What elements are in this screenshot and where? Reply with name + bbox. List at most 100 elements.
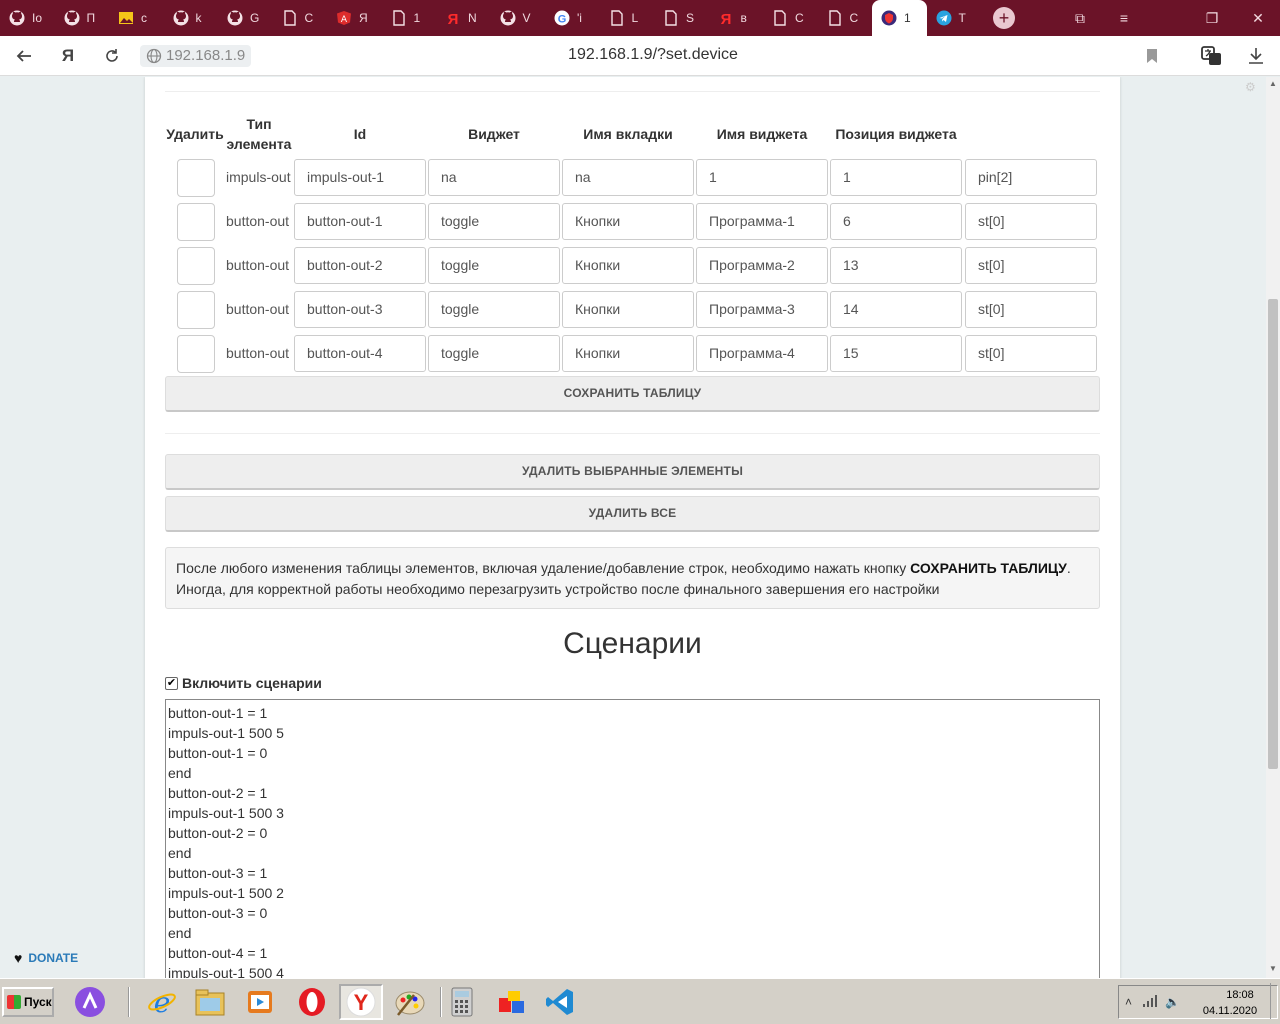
id-field[interactable]: button-out-4 bbox=[294, 335, 426, 372]
delete-all-button[interactable]: Удалить все bbox=[165, 496, 1100, 532]
menu-icon[interactable]: ≡ bbox=[1102, 0, 1146, 36]
browser-tab[interactable]: Яв bbox=[709, 0, 764, 36]
colorful-app-icon[interactable] bbox=[490, 984, 534, 1020]
id-field[interactable]: impuls-out-1 bbox=[294, 159, 426, 196]
pin-field[interactable]: st[0] bbox=[965, 335, 1097, 372]
row-select-checkbox[interactable] bbox=[177, 247, 215, 285]
scrollbar-thumb[interactable] bbox=[1268, 299, 1278, 769]
scroll-up-icon[interactable]: ▲ bbox=[1266, 77, 1280, 91]
start-button[interactable]: Пуск bbox=[2, 987, 54, 1017]
show-desktop-button[interactable] bbox=[1270, 983, 1278, 1019]
widget-name-field[interactable]: Программа-4 bbox=[696, 335, 828, 372]
tab-name-field[interactable]: Кнопки bbox=[562, 203, 694, 240]
browser-tab[interactable]: G 'i bbox=[545, 0, 600, 36]
widget-position-field[interactable]: 13 bbox=[830, 247, 962, 284]
pin-field[interactable]: st[0] bbox=[965, 291, 1097, 328]
browser-tab[interactable]: Io bbox=[0, 0, 55, 36]
translate-icon[interactable] bbox=[1200, 44, 1224, 68]
browser-tab[interactable]: ЯN bbox=[436, 0, 491, 36]
donate-label: DONATE bbox=[28, 951, 79, 965]
row-select-checkbox[interactable] bbox=[177, 335, 215, 373]
browser-tab[interactable]: L bbox=[600, 0, 655, 36]
scenario-line: button-out-1 = 0 bbox=[168, 745, 268, 761]
page-scrollbar[interactable]: ▲ ▼ bbox=[1266, 77, 1280, 978]
close-window-icon[interactable]: ✕ bbox=[1236, 0, 1280, 36]
delete-selected-button[interactable]: Удалить выбранные элементы bbox=[165, 454, 1100, 490]
tray-expand-icon[interactable]: ˄ bbox=[1125, 995, 1132, 1009]
paint-icon[interactable] bbox=[388, 984, 432, 1020]
media-player-icon[interactable] bbox=[238, 984, 282, 1020]
svg-text:G: G bbox=[558, 14, 567, 26]
internet-explorer-icon[interactable]: e bbox=[140, 984, 184, 1020]
widget-field[interactable]: toggle bbox=[428, 247, 560, 284]
widget-position-field[interactable]: 6 bbox=[830, 203, 962, 240]
calculator-icon[interactable] bbox=[440, 984, 484, 1020]
donate-link[interactable]: ♥ DONATE bbox=[14, 950, 78, 966]
id-field[interactable]: button-out-2 bbox=[294, 247, 426, 284]
tab-name-field[interactable]: Кнопки bbox=[562, 291, 694, 328]
widget-field[interactable]: toggle bbox=[428, 203, 560, 240]
row-select-checkbox[interactable] bbox=[177, 203, 215, 241]
scenarios-textarea[interactable]: button-out-1 = 1 impuls-out-1 500 5 button… bbox=[165, 699, 1100, 978]
browser-tab[interactable]: 1 bbox=[382, 0, 437, 36]
tab-name-field[interactable]: Кнопки bbox=[562, 335, 694, 372]
browser-tab[interactable]: C bbox=[763, 0, 818, 36]
tab-name-field[interactable]: na bbox=[562, 159, 694, 196]
browser-tab[interactable]: T bbox=[927, 0, 982, 36]
file-explorer-icon[interactable] bbox=[188, 984, 232, 1020]
widget-name-field[interactable]: Программа-3 bbox=[696, 291, 828, 328]
restore-window-icon[interactable]: ❐ bbox=[1190, 0, 1234, 36]
browser-tab[interactable]: k bbox=[164, 0, 219, 36]
yandex-browser-icon[interactable]: Y bbox=[339, 984, 383, 1020]
pin-field[interactable]: pin[2] bbox=[965, 159, 1097, 196]
save-table-button[interactable]: Сохранить таблицу bbox=[165, 376, 1100, 412]
widget-position-field[interactable]: 1 bbox=[830, 159, 962, 196]
browser-tab[interactable]: 1 bbox=[872, 0, 927, 36]
bookmark-icon[interactable] bbox=[1140, 44, 1164, 68]
browser-tab[interactable]: c bbox=[109, 0, 164, 36]
widget-name-field[interactable]: 1 bbox=[696, 159, 828, 196]
scenario-line: end bbox=[168, 765, 192, 781]
browser-tab[interactable]: AЯ bbox=[327, 0, 382, 36]
volume-icon[interactable]: 🔈 bbox=[1165, 995, 1180, 1009]
browser-tab[interactable]: C bbox=[818, 0, 873, 36]
clock-date[interactable]: 04.11.2020 bbox=[1195, 1005, 1265, 1017]
taskbar: Пуск e Y ˄ 🔈 18:08 04.11.2020 bbox=[0, 978, 1280, 1024]
clock-time[interactable]: 18:08 bbox=[1215, 989, 1265, 1001]
gear-icon[interactable]: ⚙ bbox=[1245, 80, 1256, 94]
widget-name-field[interactable]: Программа-2 bbox=[696, 247, 828, 284]
browser-tab[interactable]: C bbox=[273, 0, 328, 36]
tab-manager-icon[interactable]: ⧉ bbox=[1058, 0, 1102, 36]
new-tab-icon[interactable]: + bbox=[993, 7, 1015, 29]
address-url[interactable]: 192.168.1.9/?set.device bbox=[0, 46, 1280, 64]
tab-name-field[interactable]: Кнопки bbox=[562, 247, 694, 284]
scroll-down-icon[interactable]: ▼ bbox=[1266, 962, 1280, 976]
download-icon[interactable] bbox=[1244, 44, 1268, 68]
widget-field[interactable]: na bbox=[428, 159, 560, 196]
vscode-icon[interactable] bbox=[538, 984, 582, 1020]
widget-position-field[interactable]: 15 bbox=[830, 335, 962, 372]
network-icon[interactable] bbox=[1143, 995, 1159, 1010]
browser-tab-label: c bbox=[141, 11, 147, 25]
browser-tab[interactable]: П bbox=[55, 0, 110, 36]
widget-name-field[interactable]: Программа-1 bbox=[696, 203, 828, 240]
id-field[interactable]: button-out-1 bbox=[294, 203, 426, 240]
row-select-checkbox[interactable] bbox=[177, 159, 215, 197]
widget-field[interactable]: toggle bbox=[428, 291, 560, 328]
browser-tab-label: 'i bbox=[577, 11, 582, 25]
alice-icon[interactable] bbox=[68, 984, 112, 1020]
enable-scenarios-checkbox[interactable]: ✔ bbox=[165, 676, 178, 690]
browser-tab[interactable]: G bbox=[218, 0, 273, 36]
browser-tab[interactable]: V bbox=[491, 0, 546, 36]
id-field[interactable]: button-out-3 bbox=[294, 291, 426, 328]
pin-field[interactable]: st[0] bbox=[965, 247, 1097, 284]
widget-position-field[interactable]: 14 bbox=[830, 291, 962, 328]
github-icon bbox=[172, 9, 190, 27]
enable-scenarios[interactable]: ✔ Включить сценарии bbox=[165, 675, 322, 691]
pin-field[interactable]: st[0] bbox=[965, 203, 1097, 240]
row-select-checkbox[interactable] bbox=[177, 291, 215, 329]
widget-field[interactable]: toggle bbox=[428, 335, 560, 372]
browser-tab[interactable]: S bbox=[654, 0, 709, 36]
opera-icon[interactable] bbox=[290, 984, 334, 1020]
divider bbox=[165, 433, 1100, 434]
